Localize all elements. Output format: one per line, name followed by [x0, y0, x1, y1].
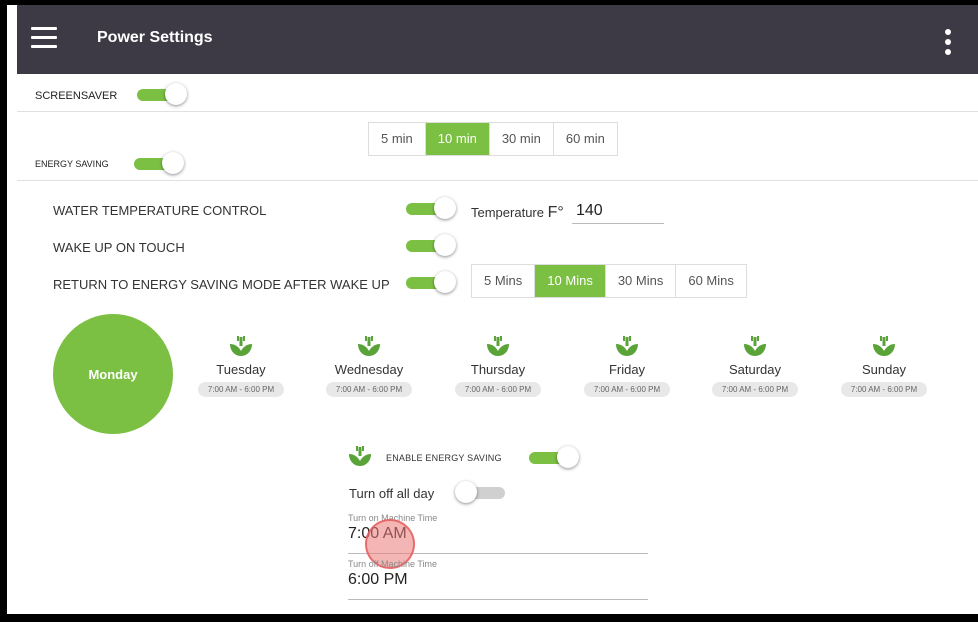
eco-leaf-icon [230, 336, 252, 356]
screensaver-option-30-min[interactable]: 30 min [490, 123, 554, 155]
turn-off-time-value[interactable]: 6:00 PM [348, 571, 648, 589]
day-wednesday[interactable]: Wednesday 7:00 AM - 6:00 PM [309, 335, 429, 397]
return-mode-duration-selector: 5 Mins 10 Mins 30 Mins 60 Mins [471, 264, 747, 298]
enable-energy-saving-toggle[interactable] [527, 446, 581, 468]
energy-saving-label: ENERGY SAVING [35, 159, 109, 169]
wake-up-label: WAKE UP ON TOUCH [53, 240, 185, 255]
screensaver-option-10-min[interactable]: 10 min [425, 123, 490, 155]
divider [17, 180, 978, 181]
eco-leaf-icon [358, 336, 380, 356]
day-name: Wednesday [334, 362, 404, 377]
turn-off-all-day-label: Turn off all day [349, 486, 435, 501]
screensaver-duration-selector: 5 min 10 min 30 min 60 min [368, 122, 618, 156]
return-mode-label: RETURN TO ENERGY SAVING MODE AFTER WAKE … [53, 277, 390, 292]
page-title: Power Settings [97, 29, 213, 46]
hamburger-menu-icon[interactable] [31, 25, 57, 51]
turn-off-time-field[interactable]: Turn off Machine Time 6:00 PM [348, 559, 648, 600]
day-name: Saturday [728, 362, 782, 377]
return-option-60-mins[interactable]: 60 Mins [676, 265, 746, 297]
screensaver-option-60-min[interactable]: 60 min [554, 123, 617, 155]
water-temp-label: WATER TEMPERATURE CONTROL [53, 203, 267, 218]
return-option-5-mins[interactable]: 5 Mins [472, 265, 536, 297]
day-sunday[interactable]: Sunday 7:00 AM - 6:00 PM [824, 335, 944, 397]
screensaver-toggle[interactable] [135, 83, 189, 105]
wake-up-toggle[interactable] [404, 234, 458, 256]
day-name: Sunday [861, 362, 907, 377]
temperature-label: Temperature F° [471, 204, 564, 222]
day-name: Tuesday [216, 362, 266, 377]
day-time-range: 7:00 AM - 6:00 PM [583, 382, 671, 397]
return-option-10-mins[interactable]: 10 Mins [535, 265, 606, 297]
day-time-range: 7:00 AM - 6:00 PM [840, 382, 928, 397]
return-mode-toggle[interactable] [404, 271, 458, 293]
turn-off-all-day-toggle[interactable] [455, 481, 509, 503]
temperature-unit: F° [547, 204, 564, 221]
divider [17, 111, 978, 112]
day-saturday[interactable]: Saturday 7:00 AM - 6:00 PM [695, 335, 815, 397]
eco-leaf-icon [744, 336, 766, 356]
eco-leaf-icon [873, 336, 895, 356]
temperature-input[interactable] [572, 199, 664, 224]
temperature-label-text: Temperature [471, 205, 544, 220]
day-name: Friday [608, 362, 646, 377]
day-thursday[interactable]: Thursday 7:00 AM - 6:00 PM [438, 335, 558, 397]
eco-leaf-icon [487, 336, 509, 356]
return-option-30-mins[interactable]: 30 Mins [606, 265, 677, 297]
screensaver-option-5-min[interactable]: 5 min [369, 123, 426, 155]
turn-off-time-label: Turn off Machine Time [348, 559, 438, 569]
power-settings-screen: Power Settings SCREENSAVER 5 min 10 min … [7, 5, 978, 614]
day-time-range: 7:00 AM - 6:00 PM [711, 382, 799, 397]
eco-leaf-icon [349, 446, 371, 466]
water-temp-toggle[interactable] [404, 197, 458, 219]
eco-leaf-icon [616, 336, 638, 356]
day-name: Thursday [470, 362, 526, 377]
day-time-range: 7:00 AM - 6:00 PM [325, 382, 413, 397]
app-bar: Power Settings [17, 5, 978, 74]
day-time-range: 7:00 AM - 6:00 PM [454, 382, 542, 397]
more-vert-icon[interactable] [944, 29, 952, 57]
energy-saving-toggle[interactable] [132, 152, 186, 174]
day-time-range: 7:00 AM - 6:00 PM [197, 382, 285, 397]
screensaver-label: SCREENSAVER [35, 90, 118, 102]
day-friday[interactable]: Friday 7:00 AM - 6:00 PM [567, 335, 687, 397]
enable-energy-saving-label: ENABLE ENERGY SAVING [386, 453, 502, 463]
day-tuesday[interactable]: Tuesday 7:00 AM - 6:00 PM [181, 335, 301, 397]
day-monday-selected[interactable]: Monday [53, 314, 173, 434]
